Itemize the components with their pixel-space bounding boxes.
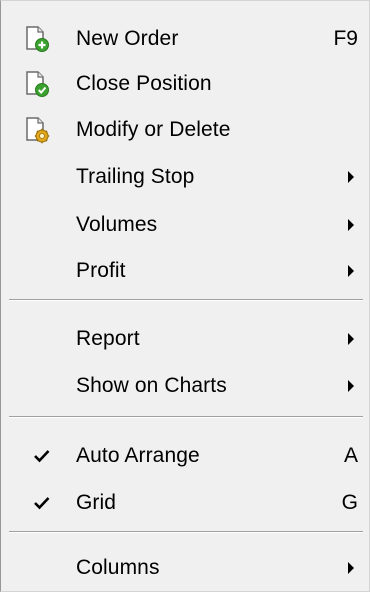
menu-item-report[interactable]: Report: [2, 319, 368, 359]
profit-label: Profit: [76, 259, 126, 282]
trailing-stop-label: Trailing Stop: [76, 165, 195, 188]
new-order-shortcut: F9: [333, 27, 358, 50]
submenu-arrow-icon: [348, 265, 354, 277]
menu-item-profit[interactable]: Profit: [2, 251, 368, 291]
modify-or-delete-label: Modify or Delete: [76, 118, 231, 141]
auto-arrange-label: Auto Arrange: [76, 444, 200, 467]
show-on-charts-label: Show on Charts: [76, 374, 227, 397]
menu-item-modify-or-delete[interactable]: Modify or Delete: [2, 110, 368, 150]
context-menu: New Order F9 Close Position Modify or De…: [0, 0, 370, 592]
menu-separator: [9, 299, 363, 301]
menu-item-new-order[interactable]: New Order F9: [2, 19, 368, 59]
menu-item-grid[interactable]: Grid G: [2, 483, 368, 523]
columns-label: Columns: [76, 556, 160, 579]
menu-item-trailing-stop[interactable]: Trailing Stop: [2, 157, 368, 197]
close-position-icon: [24, 70, 50, 98]
grid-shortcut: G: [341, 491, 358, 514]
new-order-icon: [24, 25, 50, 53]
menu-separator: [9, 531, 363, 533]
submenu-arrow-icon: [348, 219, 354, 231]
submenu-arrow-icon: [348, 380, 354, 392]
report-label: Report: [76, 327, 140, 350]
menu-item-columns[interactable]: Columns: [2, 548, 368, 588]
menu-separator: [9, 416, 363, 418]
volumes-label: Volumes: [76, 213, 158, 236]
new-order-label: New Order: [76, 27, 179, 50]
menu-item-auto-arrange[interactable]: Auto Arrange A: [2, 436, 368, 476]
menu-item-close-position[interactable]: Close Position: [2, 64, 368, 104]
close-position-label: Close Position: [76, 72, 212, 95]
modify-gear-icon: [24, 116, 50, 144]
menu-item-show-on-charts[interactable]: Show on Charts: [2, 366, 368, 406]
checkmark-icon: [33, 448, 51, 464]
menu-item-volumes[interactable]: Volumes: [2, 205, 368, 245]
checkmark-icon: [33, 495, 51, 511]
submenu-arrow-icon: [348, 333, 354, 345]
submenu-arrow-icon: [348, 562, 354, 574]
submenu-arrow-icon: [348, 171, 354, 183]
auto-arrange-shortcut: A: [343, 444, 358, 467]
grid-label: Grid: [76, 491, 117, 514]
